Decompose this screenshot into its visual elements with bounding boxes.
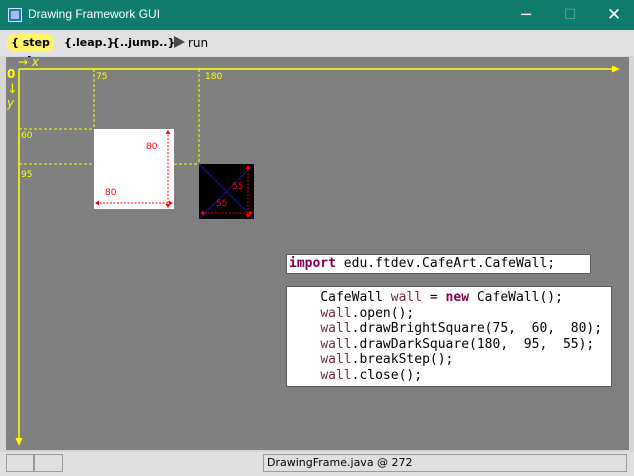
maximize-button[interactable]: ☐	[548, 0, 592, 30]
canvas-shapes	[94, 129, 255, 220]
drawing-canvas[interactable]: 0 → x ↓ y 75 180 60 95 80 80 55 55 import edu.ftdev…	[6, 57, 629, 450]
play-icon	[174, 36, 185, 48]
code-token-var: wall	[320, 305, 352, 321]
code-token-post: .drawDarkSquare(180, 95, 55);	[351, 336, 595, 352]
close-button[interactable]: ✕	[592, 0, 634, 30]
run-button[interactable]: run	[174, 34, 208, 52]
code-token-post: .drawBrightSquare(75, 60, 80);	[351, 321, 603, 337]
toolbar: { step } {.leap.} {..jump..} run	[0, 30, 634, 67]
bright-square-height-label: 80	[146, 142, 158, 152]
minimize-button[interactable]: ─	[504, 0, 548, 30]
code-token-pre	[289, 321, 320, 336]
code-token-pre: CafeWall	[289, 290, 391, 305]
origin-label: 0	[7, 67, 15, 81]
code-token-mid: =	[422, 290, 446, 305]
status-cell-1	[6, 454, 34, 472]
bright-square-width-label: 80	[105, 188, 117, 198]
code-token-var: wall	[320, 321, 352, 337]
guide-label-60: 60	[21, 131, 33, 141]
maximize-icon: ☐	[563, 7, 577, 23]
guide-label-95: 95	[21, 170, 32, 180]
code-token-post: .open();	[351, 305, 415, 321]
y-axis-label: y	[6, 96, 15, 110]
import-path: edu.ftdev.CafeArt.CafeWall;	[335, 256, 556, 271]
jump-button[interactable]: {..jump..}	[112, 34, 175, 52]
leap-button[interactable]: {.leap.}	[64, 34, 115, 52]
code-line: wall.drawDarkSquare(180, 95, 55);	[289, 337, 594, 353]
status-text: DrawingFrame.java @ 272	[263, 454, 627, 472]
x-axis-arrow-icon	[612, 65, 620, 73]
close-icon: ✕	[606, 5, 622, 25]
code-token-post: CafeWall();	[469, 290, 563, 305]
dark-square-height-label: 55	[232, 182, 243, 192]
status-bar: DrawingFrame.java @ 272	[0, 452, 634, 476]
code-token-var: wall	[320, 352, 352, 368]
code-token-pre	[289, 352, 320, 367]
code-token-pre	[289, 337, 320, 352]
y-axis-arrow-icon	[15, 438, 23, 446]
code-line: CafeWall wall = new CafeWall();	[289, 290, 563, 306]
title-bar[interactable]: Drawing Framework GUI ─ ☐ ✕	[0, 0, 634, 30]
code-token-kw: new	[445, 290, 470, 305]
code-token-var: wall	[390, 290, 423, 305]
app-window: Drawing Framework GUI ─ ☐ ✕ { step } {.l…	[0, 0, 634, 476]
code-line: wall.drawBrightSquare(75, 60, 80);	[289, 321, 602, 337]
import-keyword: import	[289, 256, 336, 271]
code-line: wall.close();	[289, 368, 422, 384]
code-line: wall.open();	[289, 306, 414, 322]
code-token-var: wall	[320, 368, 352, 383]
minimize-icon: ─	[521, 5, 531, 24]
import-line: import edu.ftdev.CafeArt.CafeWall;	[289, 256, 555, 272]
guide-label-75: 75	[96, 72, 107, 82]
step-button[interactable]: { step }	[7, 34, 54, 67]
code-token-post: .breakStep();	[351, 352, 454, 368]
y-down-arrow-icon: ↓	[7, 82, 18, 97]
x-axis-label: → x	[18, 57, 40, 69]
code-token-var: wall	[320, 336, 352, 352]
status-cell-2	[34, 454, 63, 472]
run-label: run	[188, 36, 209, 50]
code-line: wall.breakStep();	[289, 352, 453, 368]
app-window-icon	[8, 8, 22, 22]
import-code-box: import edu.ftdev.CafeArt.CafeWall;	[286, 254, 591, 274]
guide-label-180: 180	[205, 72, 222, 82]
window-title: Drawing Framework GUI	[28, 7, 161, 21]
dark-square-width-label: 55	[216, 199, 227, 209]
code-token-post: .close();	[351, 368, 423, 383]
code-token-pre	[289, 306, 320, 321]
code-token-pre	[289, 368, 320, 383]
code-snippet-box: CafeWall wall = new CafeWall(); wall.ope…	[286, 286, 612, 387]
